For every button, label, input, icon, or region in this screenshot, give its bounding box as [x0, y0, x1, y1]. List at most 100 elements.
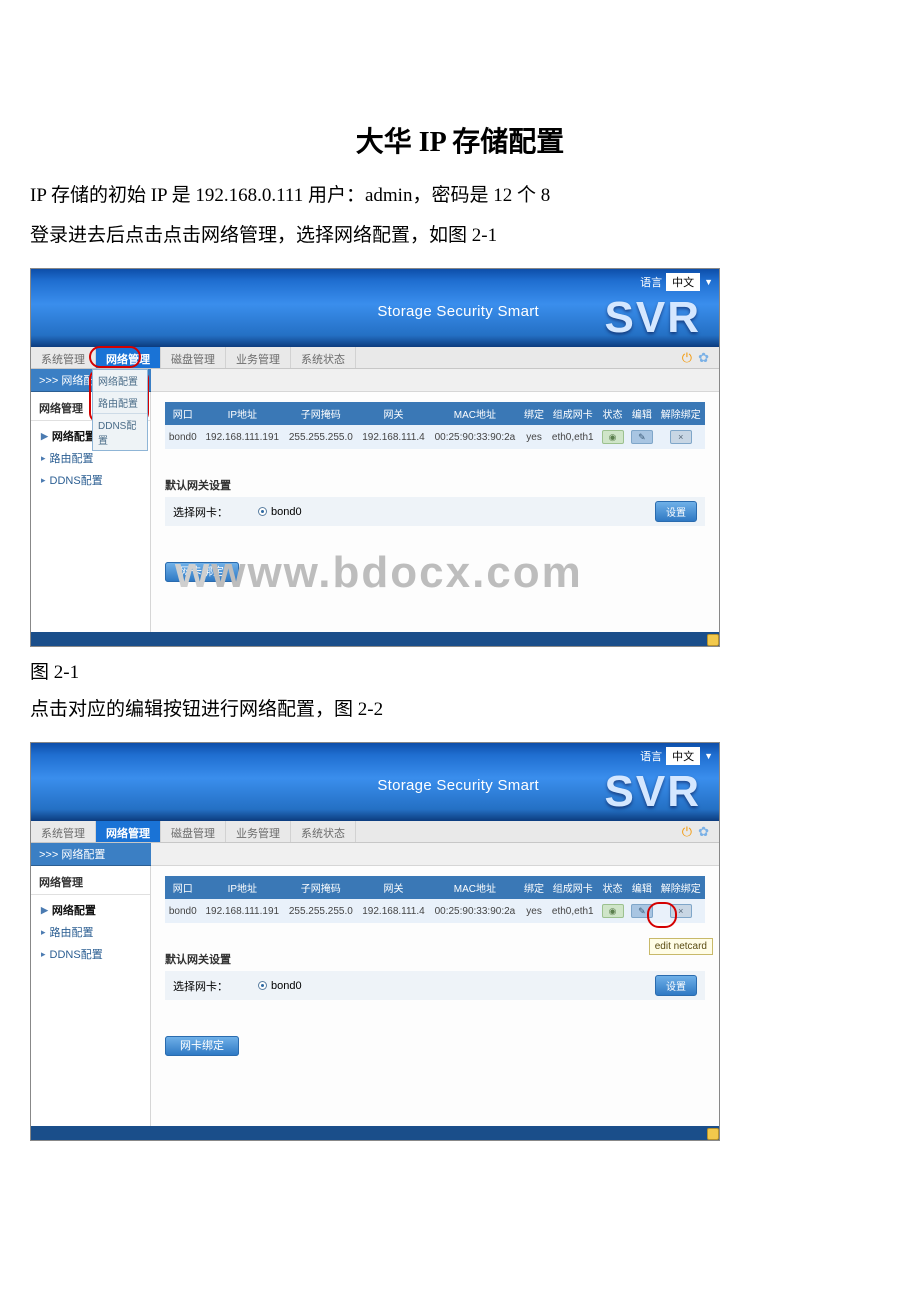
annotation-circle-tab — [89, 346, 141, 368]
cell-status: ◉ — [598, 899, 627, 923]
brand-tagline: Storage Security Smart — [377, 777, 539, 794]
cell-status: ◉ — [598, 425, 627, 449]
resize-handle-icon[interactable] — [707, 634, 719, 646]
lang-label: 语言 — [640, 274, 662, 290]
tab-system-mgmt[interactable]: 系统管理 — [31, 347, 96, 368]
th-nics: 组成网卡 — [548, 876, 598, 899]
table-row: bond0 192.168.111.191 255.255.255.0 192.… — [165, 425, 705, 449]
svr-logo: SVR — [605, 293, 701, 343]
svr-logo: SVR — [605, 767, 701, 817]
crumb-spacer — [151, 369, 719, 392]
th-mask: 子网掩码 — [284, 876, 357, 899]
th-port: 网口 — [165, 876, 201, 899]
th-mac: MAC地址 — [429, 876, 520, 899]
radio-dot-icon — [258, 981, 267, 990]
power-icon[interactable]: ⏻ — [682, 824, 692, 840]
lang-label: 语言 — [640, 748, 662, 764]
app-footer — [31, 1126, 719, 1140]
status-icon[interactable]: ◉ — [602, 904, 624, 918]
crumb-spacer — [151, 843, 719, 866]
side-item-label: 路由配置 — [50, 450, 94, 466]
tab-network-mgmt[interactable]: 网络管理 — [96, 821, 161, 842]
language-switcher[interactable]: 语言 中文 ▼ — [640, 273, 713, 291]
lang-value[interactable]: 中文 — [666, 747, 700, 765]
app-footer — [31, 632, 719, 646]
arrow-icon: ▸ — [41, 453, 46, 464]
gear-icon[interactable]: ✿ — [698, 350, 709, 366]
cell-gw: 192.168.111.4 — [358, 425, 430, 449]
th-edit: 编辑 — [627, 876, 656, 899]
tab-system-status[interactable]: 系统状态 — [291, 347, 356, 368]
network-table: 网口 IP地址 子网掩码 网关 MAC地址 绑定 组成网卡 状态 编辑 解除绑定… — [165, 876, 705, 923]
dropdown-item-route-config[interactable]: 路由配置 — [93, 392, 147, 414]
tab-disk-mgmt[interactable]: 磁盘管理 — [161, 821, 226, 842]
screenshot-figure-2-2: 语言 中文 ▼ Storage Security Smart SVR 系统管理 … — [30, 742, 720, 1141]
tab-system-status[interactable]: 系统状态 — [291, 821, 356, 842]
default-gateway-section: 默认网关设置 选择网卡： bond0 设置 — [165, 477, 705, 526]
language-switcher[interactable]: 语言 中文 ▼ — [640, 747, 713, 765]
th-status: 状态 — [598, 402, 627, 425]
th-nics: 组成网卡 — [548, 402, 598, 425]
arrow-icon: ▸ — [41, 927, 46, 938]
side-item-route-config[interactable]: ▸ 路由配置 — [31, 921, 150, 943]
network-table: 网口 IP地址 子网掩码 网关 MAC地址 绑定 组成网卡 状态 编辑 解除绑定… — [165, 402, 705, 449]
resize-handle-icon[interactable] — [707, 1128, 719, 1140]
arrow-icon: ▶ — [41, 905, 48, 916]
side-item-label: 网络配置 — [52, 902, 96, 918]
gateway-title: 默认网关设置 — [165, 477, 705, 493]
cell-bind: yes — [520, 425, 547, 449]
radio-dot-icon — [258, 507, 267, 516]
status-icon[interactable]: ◉ — [602, 430, 624, 444]
nic-bind-button[interactable]: 网卡绑定 — [165, 1036, 239, 1056]
figure-label-2-1: 图 2-1 — [30, 657, 890, 684]
nic-radio-bond0[interactable]: bond0 — [258, 980, 302, 992]
cell-mac: 00:25:90:33:90:2a — [429, 899, 520, 923]
side-item-ddns-config[interactable]: ▸ DDNS配置 — [31, 469, 150, 491]
main-content: 网口 IP地址 子网掩码 网关 MAC地址 绑定 组成网卡 状态 编辑 解除绑定… — [151, 392, 719, 632]
cell-port: bond0 — [165, 899, 201, 923]
nic-bind-button[interactable]: 网卡绑定 — [165, 562, 239, 582]
arrow-icon: ▸ — [41, 475, 46, 486]
side-nav: 网络管理 ▶ 网络配置 ▸ 路由配置 ▸DDNS配置 — [31, 866, 151, 1126]
side-item-net-config[interactable]: ▶ 网络配置 — [31, 899, 150, 921]
side-item-label: DDNS配置 — [50, 946, 103, 962]
tab-service-mgmt[interactable]: 业务管理 — [226, 821, 291, 842]
network-dropdown[interactable]: 网络配置 路由配置 DDNS配置 — [92, 369, 148, 451]
side-item-label: 网络配置 — [52, 428, 96, 444]
tab-system-mgmt[interactable]: 系统管理 — [31, 821, 96, 842]
chevron-down-icon: ▼ — [704, 751, 713, 761]
side-item-label: 路由配置 — [50, 924, 94, 940]
unbind-button[interactable]: × — [670, 430, 692, 444]
nic-radio-bond0[interactable]: bond0 — [258, 506, 302, 518]
intro-line-1: IP 存储的初始 IP 是 192.168.0.111 用户：admin，密码是… — [30, 178, 890, 214]
side-nav-header: 网络管理 — [31, 866, 150, 895]
radio-label: bond0 — [271, 980, 302, 992]
tab-service-mgmt[interactable]: 业务管理 — [226, 347, 291, 368]
cell-unbind: × — [657, 425, 705, 449]
edit-tooltip: edit netcard — [649, 938, 713, 955]
intro-line-2: 登录进去后点击点击网络管理，选择网络配置，如图 2-1 — [30, 218, 890, 254]
brand-tagline: Storage Security Smart — [377, 303, 539, 320]
tab-disk-mgmt[interactable]: 磁盘管理 — [161, 347, 226, 368]
app-banner: 语言 中文 ▼ Storage Security Smart SVR — [31, 269, 719, 347]
edit-button[interactable]: ✎ — [631, 430, 653, 444]
app-banner: 语言 中文 ▼ Storage Security Smart SVR — [31, 743, 719, 821]
set-gateway-button[interactable]: 设置 — [655, 501, 697, 522]
lang-value[interactable]: 中文 — [666, 273, 700, 291]
document-title: 大华 IP 存储配置 — [30, 120, 890, 160]
th-port: 网口 — [165, 402, 201, 425]
gear-icon[interactable]: ✿ — [698, 824, 709, 840]
dropdown-item-net-config[interactable]: 网络配置 — [93, 370, 147, 392]
table-row: bond0 192.168.111.191 255.255.255.0 192.… — [165, 899, 705, 923]
side-item-label: DDNS配置 — [50, 472, 103, 488]
side-item-ddns-config[interactable]: ▸DDNS配置 — [31, 943, 150, 965]
cell-nics: eth0,eth1 — [548, 899, 598, 923]
dropdown-item-ddns-config[interactable]: DDNS配置 — [93, 414, 147, 450]
gateway-title: 默认网关设置 — [165, 951, 705, 967]
th-unbind: 解除绑定 — [657, 876, 705, 899]
power-icon[interactable]: ⏻ — [682, 350, 692, 366]
th-status: 状态 — [598, 876, 627, 899]
set-gateway-button[interactable]: 设置 — [655, 975, 697, 996]
cell-mac: 00:25:90:33:90:2a — [429, 425, 520, 449]
cell-nics: eth0,eth1 — [548, 425, 598, 449]
